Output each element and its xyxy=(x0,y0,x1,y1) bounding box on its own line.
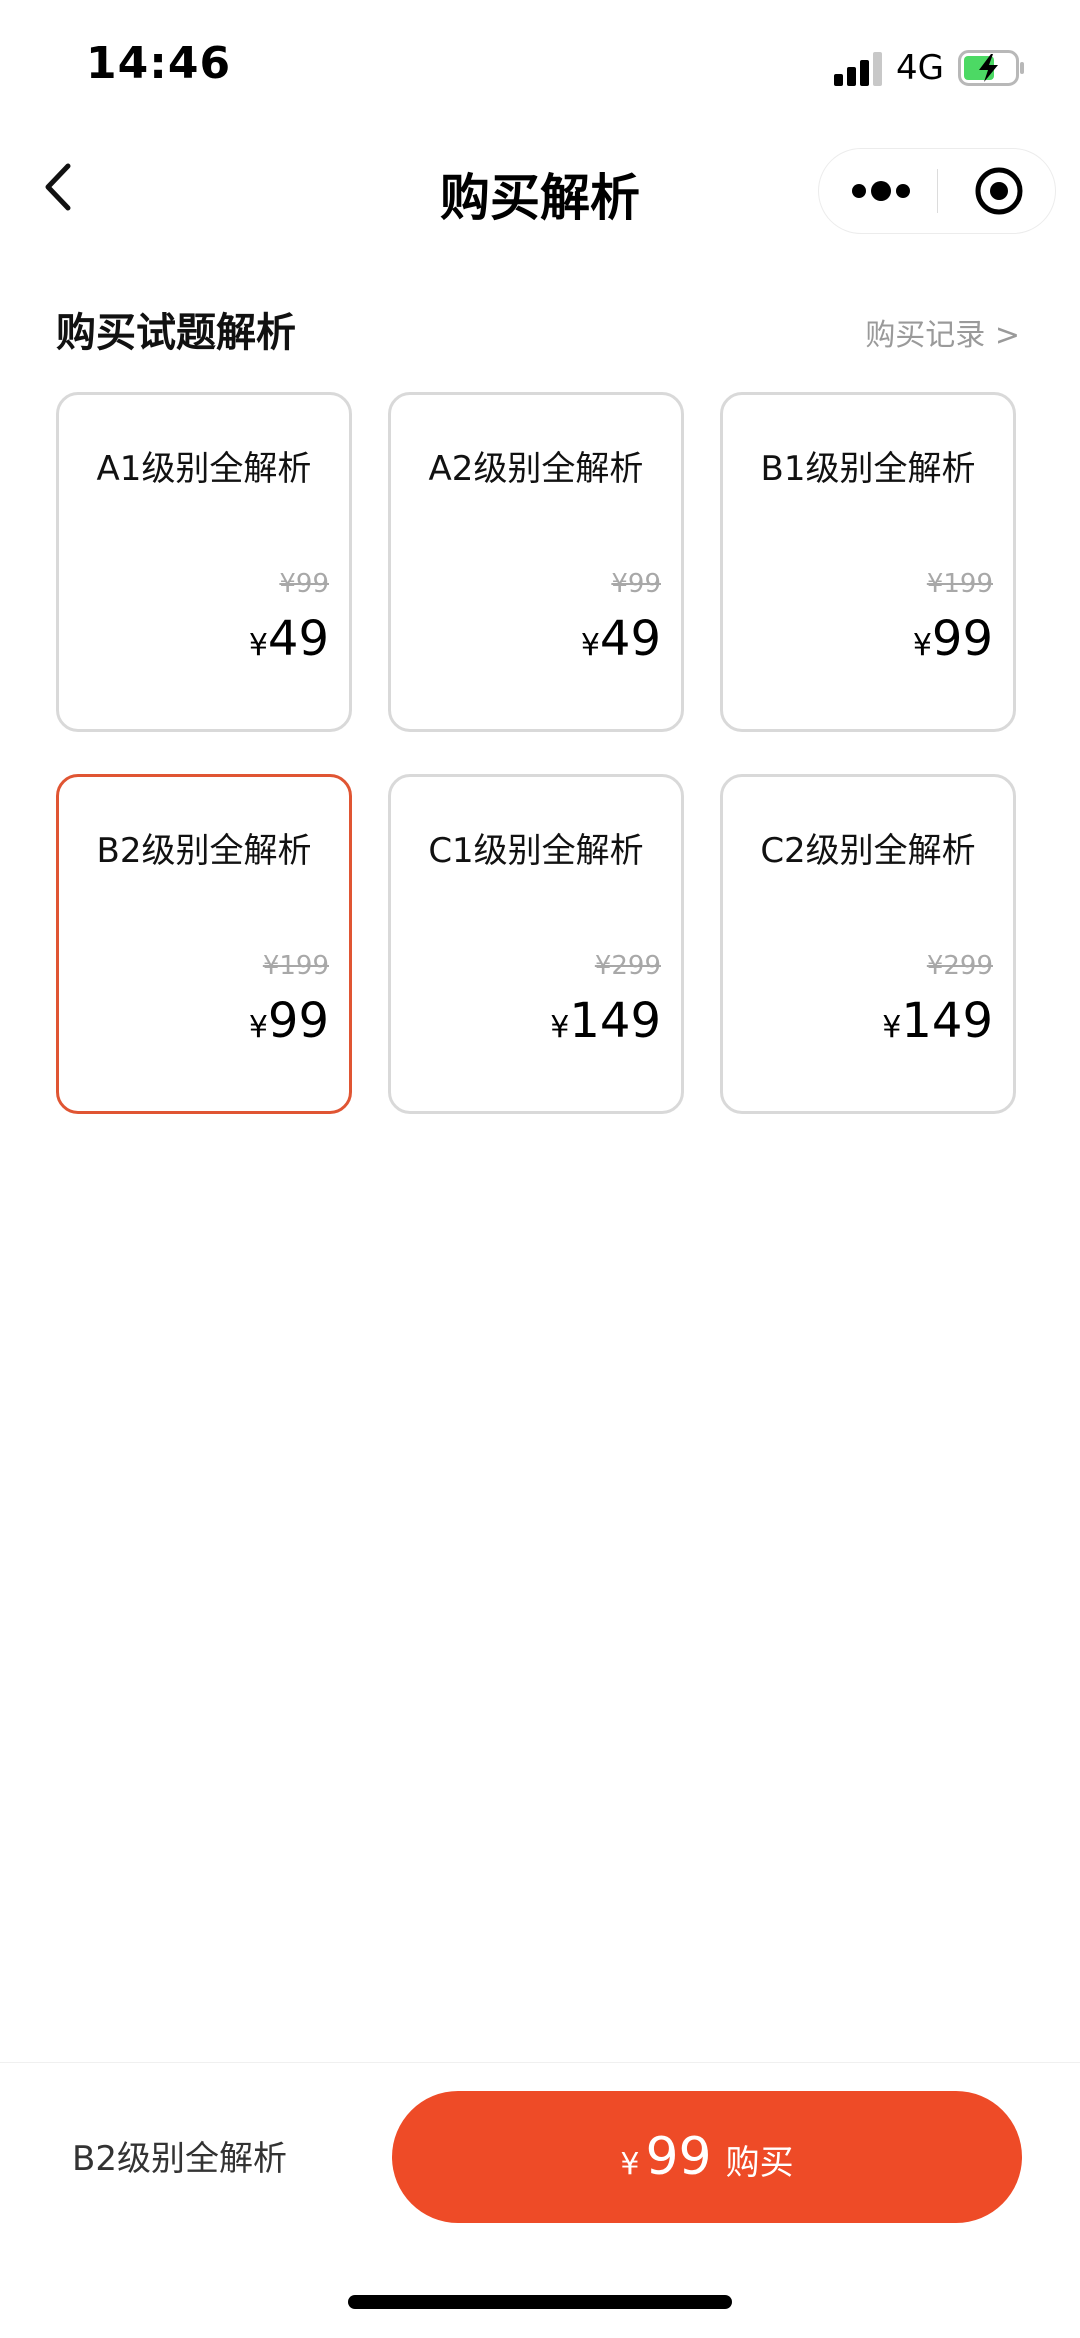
sale-price: ¥149 xyxy=(550,993,661,1049)
currency-symbol: ¥ xyxy=(248,1010,268,1045)
sale-price: ¥49 xyxy=(581,611,661,667)
product-card-b1[interactable]: B1级别全解析 ¥199 ¥99 xyxy=(720,392,1016,732)
product-card-b2[interactable]: B2级别全解析 ¥199 ¥99 xyxy=(56,774,352,1114)
product-card-a1[interactable]: A1级别全解析 ¥99 ¥49 xyxy=(56,392,352,732)
buy-button[interactable]: ¥99 购买 xyxy=(392,2091,1022,2223)
buy-currency: ¥ xyxy=(620,2147,640,2182)
price-value: 49 xyxy=(599,611,661,667)
price-value: 149 xyxy=(901,993,993,1049)
selected-product-label: B2级别全解析 xyxy=(72,2139,287,2179)
more-button[interactable] xyxy=(819,149,937,233)
product-title: A1级别全解析 xyxy=(96,449,312,489)
bottom-purchase-bar: B2级别全解析 ¥99 购买 xyxy=(0,2062,1080,2338)
mini-program-capsule xyxy=(818,148,1056,234)
product-card-c2[interactable]: C2级别全解析 ¥299 ¥149 xyxy=(720,774,1016,1114)
price-value: 99 xyxy=(931,611,993,667)
sale-price: ¥99 xyxy=(249,993,329,1049)
product-card-a2[interactable]: A2级别全解析 ¥99 ¥49 xyxy=(388,392,684,732)
product-title: A2级别全解析 xyxy=(428,449,644,489)
product-card-c1[interactable]: C1级别全解析 ¥299 ¥149 xyxy=(388,774,684,1114)
currency-symbol: ¥ xyxy=(580,628,600,663)
battery-charging-icon xyxy=(958,50,1024,86)
purchase-records-link[interactable]: 购买记录 > xyxy=(865,310,1020,354)
signal-icon xyxy=(834,52,884,86)
original-price: ¥199 xyxy=(262,951,329,981)
sale-price: ¥99 xyxy=(913,611,993,667)
product-grid: A1级别全解析 ¥99 ¥49 A2级别全解析 ¥99 ¥49 B1级别全解析 … xyxy=(56,392,1016,1116)
original-price: ¥99 xyxy=(279,569,329,599)
network-label: 4G xyxy=(896,48,944,88)
more-dots-icon xyxy=(852,181,910,201)
currency-symbol: ¥ xyxy=(550,1010,570,1045)
price-value: 99 xyxy=(267,993,329,1049)
status-bar: 14:46 4G xyxy=(0,0,1080,130)
product-title: B1级别全解析 xyxy=(760,449,976,489)
original-price: ¥99 xyxy=(611,569,661,599)
price-value: 149 xyxy=(569,993,661,1049)
product-title: C1级别全解析 xyxy=(428,831,644,871)
currency-symbol: ¥ xyxy=(882,1010,902,1045)
close-target-icon xyxy=(975,167,1023,215)
product-title: C2级别全解析 xyxy=(760,831,976,871)
sale-price: ¥149 xyxy=(882,993,993,1049)
navigation-bar: 购买解析 xyxy=(0,130,1080,250)
capsule-divider xyxy=(937,169,938,213)
section-title: 购买试题解析 xyxy=(56,310,296,356)
sale-price: ¥49 xyxy=(249,611,329,667)
original-price: ¥199 xyxy=(926,569,993,599)
original-price: ¥299 xyxy=(926,951,993,981)
price-value: 49 xyxy=(267,611,329,667)
status-time: 14:46 xyxy=(86,38,232,89)
buy-price: 99 xyxy=(645,2127,712,2187)
product-title: B2级别全解析 xyxy=(96,831,312,871)
home-indicator xyxy=(348,2295,732,2309)
close-button[interactable] xyxy=(939,149,1055,233)
original-price: ¥299 xyxy=(594,951,661,981)
buy-label: 购买 xyxy=(725,2143,794,2183)
currency-symbol: ¥ xyxy=(912,628,932,663)
currency-symbol: ¥ xyxy=(248,628,268,663)
